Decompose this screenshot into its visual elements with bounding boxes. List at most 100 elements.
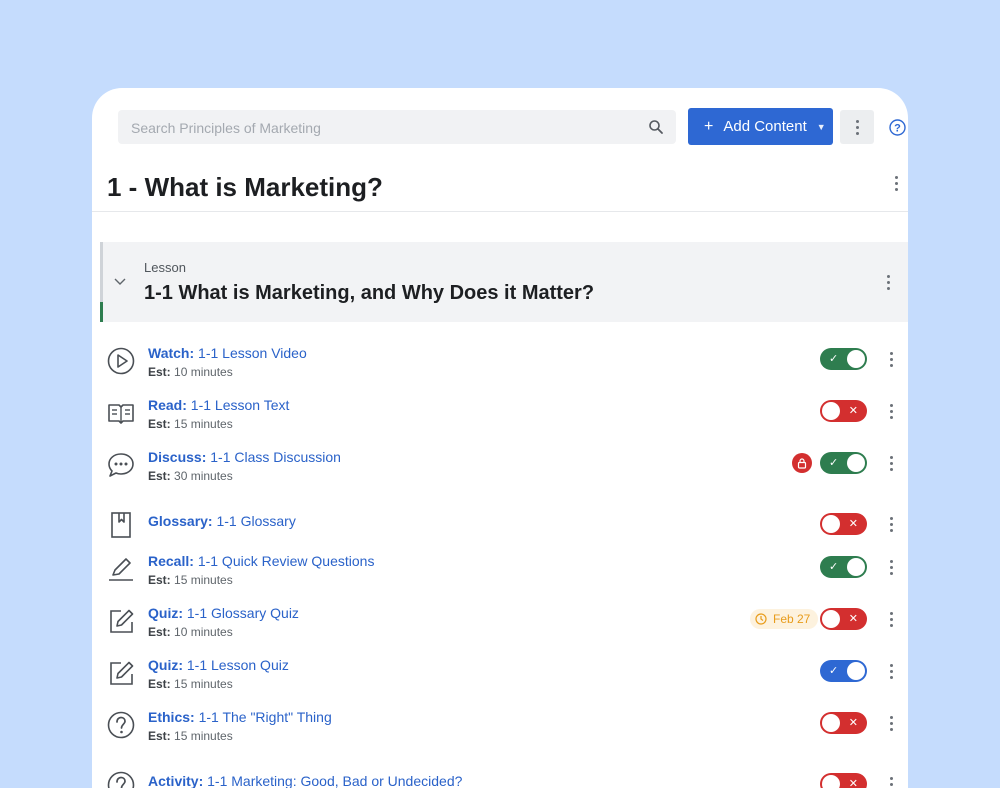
help-icon[interactable]: ?	[889, 119, 906, 136]
toggle-knob	[822, 402, 840, 420]
kebab-icon	[853, 120, 861, 135]
edit-square-icon	[106, 606, 136, 636]
item-type: Recall:	[148, 553, 194, 569]
item-title-link[interactable]: Quiz: 1-1 Lesson Quiz	[148, 657, 289, 673]
add-content-button[interactable]: + Add Content ▼	[688, 108, 833, 145]
content-item[interactable]: Ethics: 1-1 The "Right" Thing Est: 15 min…	[92, 706, 908, 758]
lesson-menu-button[interactable]	[884, 275, 892, 290]
item-menu-button[interactable]	[887, 777, 895, 788]
check-icon: ✓	[829, 456, 838, 470]
lesson-header[interactable]: Lesson 1-1 What is Marketing, and Why Do…	[100, 242, 908, 322]
divider	[92, 211, 908, 212]
visibility-toggle[interactable]: ✕	[820, 513, 867, 535]
visibility-toggle[interactable]: ✓	[820, 348, 867, 370]
title-menu-button[interactable]	[892, 176, 900, 191]
item-menu-button[interactable]	[887, 517, 895, 532]
est-value: 15 minutes	[174, 677, 233, 691]
item-title-link[interactable]: Discuss: 1-1 Class Discussion	[148, 449, 341, 465]
content-item[interactable]: Recall: 1-1 Quick Review Questions Est: 1…	[92, 550, 908, 602]
visibility-toggle[interactable]: ✓	[820, 556, 867, 578]
kebab-icon	[887, 517, 895, 532]
item-type: Watch:	[148, 345, 194, 361]
search-icon[interactable]	[648, 119, 664, 135]
toggle-knob	[847, 454, 865, 472]
item-title-link[interactable]: Recall: 1-1 Quick Review Questions	[148, 553, 374, 569]
est-label: Est:	[148, 677, 171, 691]
item-title-link[interactable]: Quiz: 1-1 Glossary Quiz	[148, 605, 299, 621]
est-label: Est:	[148, 625, 171, 639]
bookmark-page-icon	[106, 510, 136, 540]
x-icon: ✕	[849, 612, 858, 626]
item-type: Quiz:	[148, 605, 183, 621]
question-circle-icon	[106, 770, 136, 788]
content-item[interactable]: Discuss: 1-1 Class Discussion Est: 30 min…	[92, 446, 908, 498]
item-estimate: Est: 15 minutes	[148, 677, 233, 691]
toggle-knob	[822, 610, 840, 628]
item-title-link[interactable]: Glossary: 1-1 Glossary	[148, 513, 296, 529]
check-icon: ✓	[829, 664, 838, 678]
help-glyph: ?	[894, 123, 901, 135]
est-label: Est:	[148, 469, 171, 483]
item-menu-button[interactable]	[887, 716, 895, 731]
lesson-indicator	[100, 242, 103, 302]
visibility-toggle[interactable]: ✓	[820, 660, 867, 682]
lock-icon[interactable]	[792, 453, 812, 473]
search-field[interactable]: Search Principles of Marketing	[118, 110, 676, 144]
item-menu-button[interactable]	[887, 612, 895, 627]
item-name: 1-1 Quick Review Questions	[198, 553, 375, 569]
x-icon: ✕	[849, 777, 858, 788]
est-label: Est:	[148, 365, 171, 379]
kebab-icon	[887, 352, 895, 367]
item-title-link[interactable]: Watch: 1-1 Lesson Video	[148, 345, 307, 361]
content-item[interactable]: Quiz: 1-1 Lesson Quiz Est: 15 minutes ✓	[92, 654, 908, 706]
question-circle-icon	[106, 710, 136, 740]
content-item[interactable]: Read: 1-1 Lesson TextEst: 15 minutes✕	[92, 394, 908, 446]
item-name: 1-1 Class Discussion	[210, 449, 341, 465]
item-name: 1-1 Marketing: Good, Bad or Undecided?	[207, 773, 462, 788]
content-item[interactable]: Watch: 1-1 Lesson VideoEst: 10 minutes✓	[92, 342, 908, 394]
chevron-down-icon: ▼	[817, 122, 826, 132]
more-options-button[interactable]	[840, 110, 874, 144]
page-title: 1 - What is Marketing?	[107, 172, 383, 203]
item-type: Activity:	[148, 773, 203, 788]
item-menu-button[interactable]	[887, 456, 895, 471]
visibility-toggle[interactable]: ✕	[820, 712, 867, 734]
est-value: 15 minutes	[174, 729, 233, 743]
clock-icon	[755, 613, 767, 625]
kebab-icon	[887, 716, 895, 731]
item-estimate: Est: 30 minutes	[148, 469, 233, 483]
content-item[interactable]: Quiz: 1-1 Glossary Quiz Est: 10 minutes Fe…	[92, 602, 908, 654]
course-panel: Search Principles of Marketing + Add Con…	[92, 88, 908, 788]
est-value: 10 minutes	[174, 625, 233, 639]
item-type: Read:	[148, 397, 187, 413]
est-value: 15 minutes	[174, 573, 233, 587]
content-item[interactable]: Glossary: 1-1 Glossary ✕	[92, 498, 908, 550]
check-icon: ✓	[829, 560, 838, 574]
visibility-toggle[interactable]: ✓	[820, 452, 867, 474]
lesson-title: 1-1 What is Marketing, and Why Does it M…	[144, 282, 594, 305]
lesson-type-label: Lesson	[144, 260, 186, 275]
item-estimate: Est: 15 minutes	[148, 729, 233, 743]
check-icon: ✓	[829, 352, 838, 366]
toggle-knob	[822, 775, 840, 788]
est-label: Est:	[148, 729, 171, 743]
visibility-toggle[interactable]: ✕	[820, 773, 867, 788]
item-title-link[interactable]: Read: 1-1 Lesson Text	[148, 397, 289, 413]
item-menu-button[interactable]	[887, 404, 895, 419]
item-title-link[interactable]: Ethics: 1-1 The "Right" Thing	[148, 709, 332, 725]
item-name: 1-1 The "Right" Thing	[199, 709, 332, 725]
item-menu-button[interactable]	[887, 352, 895, 367]
item-type: Quiz:	[148, 657, 183, 673]
item-estimate: Est: 15 minutes	[148, 573, 233, 587]
visibility-toggle[interactable]: ✕	[820, 400, 867, 422]
visibility-toggle[interactable]: ✕	[820, 608, 867, 630]
due-date-badge[interactable]: Feb 27	[750, 609, 818, 629]
kebab-icon	[884, 275, 892, 290]
chevron-down-icon[interactable]	[113, 274, 127, 288]
content-item[interactable]: Activity: 1-1 Marketing: Good, Bad or Un…	[92, 758, 908, 788]
search-input[interactable]: Search Principles of Marketing	[131, 120, 321, 136]
item-menu-button[interactable]	[887, 664, 895, 679]
item-title-link[interactable]: Activity: 1-1 Marketing: Good, Bad or Un…	[148, 773, 462, 788]
item-menu-button[interactable]	[887, 560, 895, 575]
item-estimate: Est: 10 minutes	[148, 625, 233, 639]
